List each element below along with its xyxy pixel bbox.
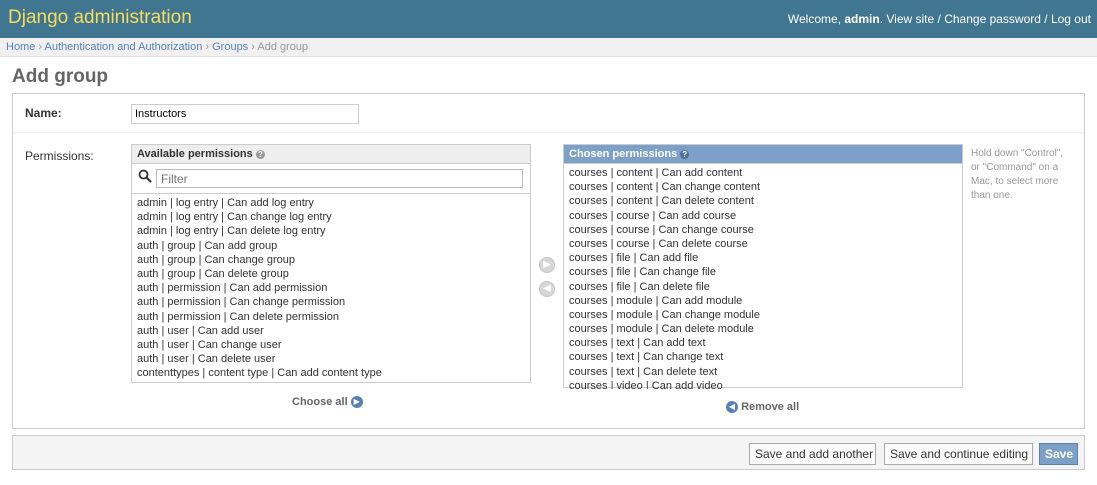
help-icon: ? — [255, 149, 265, 159]
list-item[interactable]: admin | log entry | Can delete log entry — [137, 224, 530, 238]
list-item[interactable]: auth | group | Can add group — [137, 239, 530, 253]
list-item[interactable]: auth | user | Can add user — [137, 324, 530, 338]
breadcrumb-current: Add group — [257, 41, 309, 53]
view-site-link[interactable]: View site — [886, 12, 934, 26]
tools-separator: / — [934, 12, 945, 26]
list-item[interactable]: auth | group | Can delete group — [137, 267, 530, 281]
change-password-link[interactable]: Change password — [944, 12, 1041, 26]
available-permissions-box: Available permissions? admin | log entry… — [131, 144, 531, 383]
breadcrumb: Home › Authentication and Authorization … — [0, 38, 1097, 57]
username: admin — [844, 12, 880, 26]
list-item[interactable]: courses | content | Can change content — [569, 180, 962, 194]
choose-all-label: Choose all — [292, 396, 348, 408]
remove-all-label: Remove all — [741, 401, 800, 413]
breadcrumb-separator: › — [205, 41, 210, 53]
search-icon — [138, 169, 152, 183]
list-item[interactable]: courses | course | Can delete course — [569, 237, 962, 251]
list-item[interactable]: contenttypes | content type | Can add co… — [137, 366, 530, 380]
page-title: Add group — [12, 66, 109, 87]
log-out-link[interactable]: Log out — [1051, 12, 1091, 26]
list-item[interactable]: courses | content | Can delete content — [569, 194, 962, 208]
list-item[interactable]: courses | module | Can add module — [569, 294, 962, 308]
available-permissions-header: Available permissions? — [132, 145, 530, 164]
add-arrow-icon[interactable]: ▶ — [539, 257, 555, 273]
chevron-left-icon: ◀ — [726, 401, 738, 414]
submit-row: Save and add another Save and continue e… — [12, 435, 1085, 470]
list-item[interactable]: auth | user | Can delete user — [137, 352, 530, 366]
name-label: Name: — [25, 106, 62, 120]
chosen-permissions-box: Chosen permissions? courses | content | … — [563, 144, 963, 389]
available-permissions-list[interactable]: admin | log entry | Can add log entry adm… — [132, 194, 530, 382]
permissions-label: Permissions: — [25, 149, 94, 163]
list-item[interactable]: auth | permission | Can add permission — [137, 281, 530, 295]
list-item[interactable]: auth | user | Can change user — [137, 338, 530, 352]
list-item[interactable]: courses | course | Can change course — [569, 223, 962, 237]
row-divider — [13, 132, 1084, 133]
list-item[interactable]: courses | file | Can delete file — [569, 280, 962, 294]
tools-separator: / — [1040, 12, 1051, 26]
save-and-continue-button[interactable]: Save and continue editing — [884, 443, 1033, 465]
list-item[interactable]: auth | permission | Can change permissio… — [137, 295, 530, 309]
list-item[interactable]: auth | group | Can change group — [137, 253, 530, 267]
breadcrumb-separator: › — [38, 41, 43, 53]
filter-row — [132, 164, 530, 194]
site-branding[interactable]: Django administration — [8, 7, 192, 29]
list-item[interactable]: courses | file | Can add file — [569, 251, 962, 265]
remove-all-link[interactable]: ◀ Remove all — [726, 401, 800, 414]
list-item[interactable]: courses | content | Can add content — [569, 166, 962, 180]
list-item[interactable]: auth | permission | Can delete permissio… — [137, 310, 530, 324]
user-tools: Welcome, admin. View site / Change passw… — [787, 12, 1091, 26]
list-item[interactable]: courses | file | Can change file — [569, 265, 962, 279]
breadcrumb-app[interactable]: Authentication and Authorization — [45, 41, 203, 53]
filter-input[interactable] — [156, 169, 523, 188]
remove-arrow-icon[interactable]: ◀ — [539, 281, 555, 297]
help-icon: ? — [680, 149, 690, 159]
list-item[interactable]: courses | video | Can add video — [569, 379, 962, 389]
breadcrumb-separator: › — [251, 41, 255, 53]
list-item[interactable]: courses | course | Can add course — [569, 209, 962, 223]
welcome-text: Welcome, — [787, 12, 845, 26]
list-item[interactable]: courses | text | Can add text — [569, 336, 962, 350]
chevron-right-icon: ▶ — [350, 396, 363, 409]
chosen-permissions-title: Chosen permissions — [569, 148, 678, 160]
chosen-permissions-header: Chosen permissions? — [564, 145, 962, 164]
list-item[interactable]: admin | log entry | Can change log entry — [137, 210, 530, 224]
chosen-permissions-list[interactable]: courses | content | Can add content cours… — [564, 164, 962, 389]
admin-header: Django administration Welcome, admin. Vi… — [0, 0, 1097, 38]
list-item[interactable]: admin | log entry | Can add log entry — [137, 196, 530, 210]
available-permissions-title: Available permissions — [137, 148, 253, 160]
list-item[interactable]: courses | module | Can change module — [569, 308, 962, 322]
list-item[interactable]: courses | text | Can delete text — [569, 365, 962, 379]
list-item[interactable]: courses | module | Can delete module — [569, 322, 962, 336]
breadcrumb-groups[interactable]: Groups — [212, 41, 248, 53]
save-and-add-another-button[interactable]: Save and add another — [749, 443, 876, 465]
save-button[interactable]: Save — [1039, 443, 1078, 465]
breadcrumb-home[interactable]: Home — [6, 41, 35, 53]
list-item[interactable]: courses | text | Can change text — [569, 350, 962, 364]
choose-all-link[interactable]: Choose all ▶ — [292, 396, 363, 409]
group-form-fieldset: Name: Permissions: Available permissions… — [12, 93, 1085, 429]
help-text: Hold down "Control", or "Command" on a M… — [971, 148, 1064, 201]
name-input[interactable] — [131, 104, 359, 124]
